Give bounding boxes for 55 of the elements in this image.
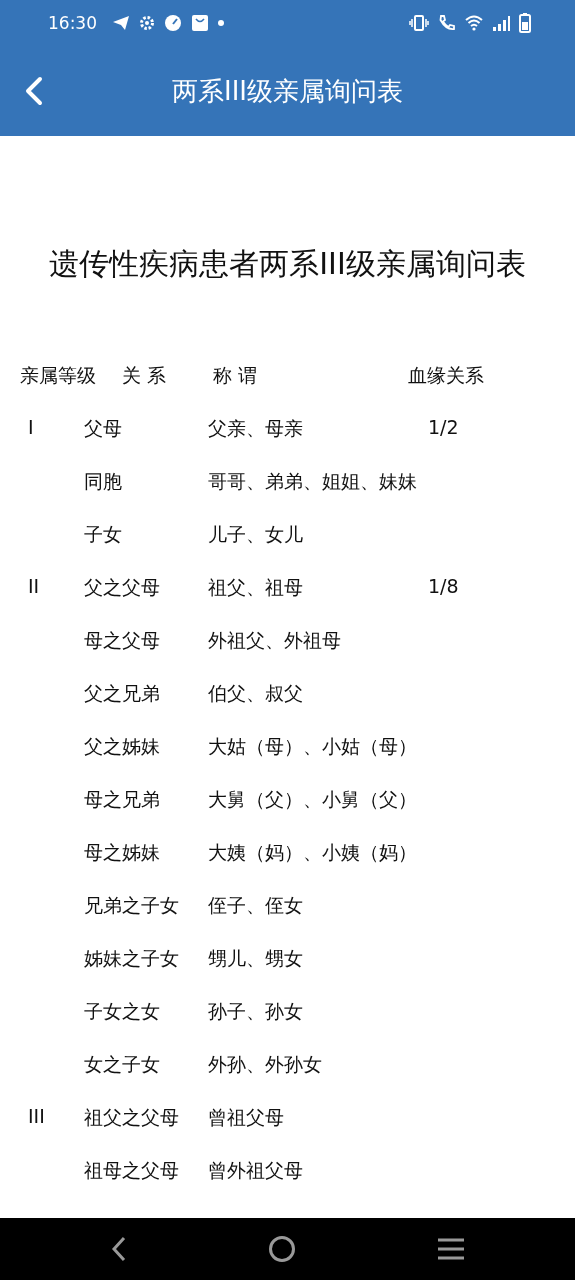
title-cell: 大姑（母）、小姑（母） xyxy=(208,735,417,757)
vibrate-icon xyxy=(409,15,429,31)
level-cell: III xyxy=(28,1105,45,1127)
home-icon[interactable] xyxy=(267,1235,296,1263)
document-heading: 遗传性疾病患者两系III级亲属询问表 xyxy=(48,245,527,283)
relation-cell: 祖母之父母 xyxy=(84,1159,179,1181)
title-cell: 孙子、孙女 xyxy=(208,1000,303,1022)
relation-cell: 母之兄弟 xyxy=(84,788,160,810)
title-cell: 外祖父、外祖母 xyxy=(208,629,341,651)
title-cell: 祖父、祖母 xyxy=(208,576,303,598)
title-cell: 外孙、外孙女 xyxy=(208,1053,322,1075)
page-title: 两系III级亲属询问表 xyxy=(171,74,404,108)
wifi-icon xyxy=(465,15,483,31)
send-icon xyxy=(112,15,130,31)
relation-cell: 子女 xyxy=(84,523,122,545)
title-cell: 父亲、母亲 xyxy=(208,417,303,439)
relation-cell: 父之兄弟 xyxy=(84,682,160,704)
relation-cell: 母之父母 xyxy=(84,629,160,651)
column-header: 关 系 xyxy=(122,363,168,388)
title-cell: 曾外祖父母 xyxy=(208,1159,303,1181)
title-cell: 儿子、女儿 xyxy=(208,523,303,545)
dot-icon xyxy=(218,20,224,26)
column-header: 称 谓 xyxy=(213,363,259,388)
relation-cell: 同胞 xyxy=(84,470,122,492)
menu-icon[interactable] xyxy=(436,1238,465,1260)
relation-cell: 祖父之父母 xyxy=(84,1106,179,1128)
relation-cell: 兄弟之子女 xyxy=(84,894,179,916)
title-cell: 甥儿、甥女 xyxy=(208,947,303,969)
title-cell: 大舅（父）、小舅（父） xyxy=(208,788,417,810)
relation-cell: 女之子女 xyxy=(84,1053,160,1075)
level-cell: I xyxy=(28,416,34,438)
gauge-icon xyxy=(164,14,182,32)
title-cell: 哥哥、弟弟、姐姐、妹妹 xyxy=(208,470,417,492)
level-cell: II xyxy=(28,575,40,597)
relation-cell: 姊妹之子女 xyxy=(84,947,179,969)
title-cell: 伯父、叔父 xyxy=(208,682,303,704)
relation-cell: 母之姊妹 xyxy=(84,841,160,863)
status-time: 16:30 xyxy=(48,13,97,33)
relation-cell: 父之姊妹 xyxy=(84,735,160,757)
column-header: 亲属等级 xyxy=(20,363,97,388)
back-icon[interactable] xyxy=(110,1236,127,1262)
kinship-cell: 1/2 xyxy=(428,416,459,438)
title-cell: 大姨（妈）、小姨（妈） xyxy=(208,841,417,863)
relation-cell: 父母 xyxy=(84,417,122,439)
relation-cell: 父之父母 xyxy=(84,576,160,598)
title-cell: 曾祖父母 xyxy=(208,1106,284,1128)
relation-cell: 子女之女 xyxy=(84,1000,160,1022)
signal-icon xyxy=(492,15,510,31)
column-header: 血缘关系 xyxy=(408,363,485,388)
bag-icon xyxy=(191,14,209,32)
gear-icon xyxy=(139,15,155,31)
title-cell: 侄子、侄女 xyxy=(208,894,303,916)
battery-icon xyxy=(519,13,531,33)
kinship-cell: 1/8 xyxy=(428,575,459,597)
phone-icon xyxy=(438,14,456,32)
